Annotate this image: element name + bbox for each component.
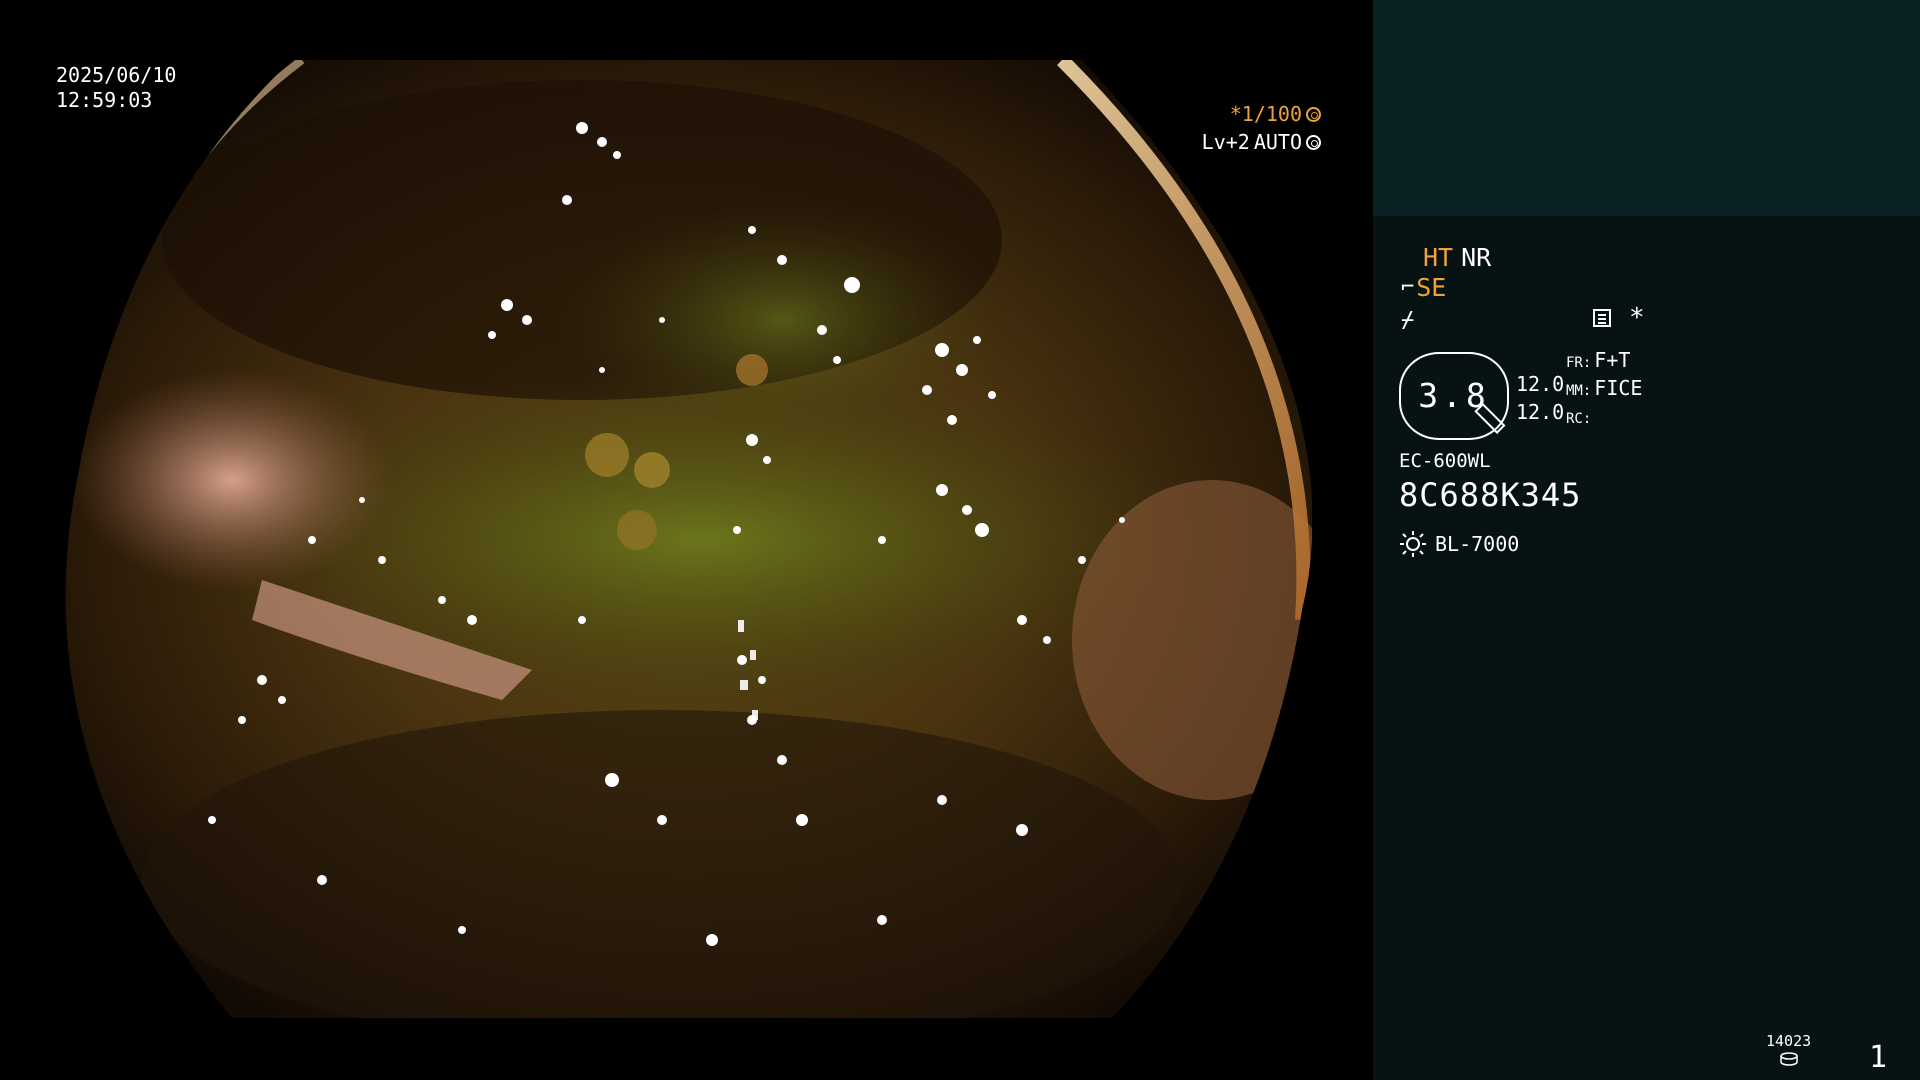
zoom-indicator: 3.8 [1399,352,1509,440]
exposure-mode: AUTO [1253,130,1302,154]
capture-datetime: 2025/06/10 12:59:03 [56,63,176,113]
fr-row: FR: F+T [1566,348,1642,376]
shutter-speed: *1/100 [1229,102,1302,126]
scope-serial: 8C688K345 [1399,476,1582,514]
scope-model: EC-600WL [1399,450,1491,472]
slash-icon: ⌿ [1401,308,1415,333]
mode-params: FR: F+T MM: FICE RC: [1566,348,1642,432]
mm-label: MM: [1566,383,1592,399]
se-indicator: SE [1416,273,1447,302]
value-1: 12.0 [1516,372,1565,396]
sun-icon [1400,531,1426,557]
exposure-row: Lv+2 AUTO [1202,128,1321,156]
indicator-row: ⌿ * [1401,303,1645,333]
rc-label: RC: [1566,411,1592,427]
ht-indicator: HT [1423,243,1454,272]
image-count: 14023 [1766,1032,1812,1050]
light-source-label: BL-7000 [1435,532,1520,556]
aperture-icon [1306,106,1321,122]
light-source: BL-7000 [1399,530,1519,558]
enhancement-flags: HT NR [1423,242,1491,273]
list-icon [1593,309,1611,327]
mm-row: MM: FICE [1566,376,1642,404]
star-indicator: * [1629,303,1645,333]
page-number: 1 [1869,1040,1888,1075]
exposure-level: Lv+2 [1201,130,1250,154]
info-panel: HT NR ⌐ SE ⌿ * 3.8 12.0 12.0 FR: F+T MM: FI… [1373,0,1920,1080]
nr-indicator: NR [1461,243,1492,272]
storage-icon [1779,1052,1798,1066]
capture-date: 2025/06/10 [56,63,177,87]
endoscopic-image [62,60,1312,1018]
thumbnail-area [1373,0,1920,216]
numeric-values: 12.0 12.0 [1516,370,1564,426]
zoom-value: 3.8 [1418,376,1490,415]
shutter-speed-row: *1/100 [1202,100,1321,128]
fr-value: F+T [1594,348,1631,372]
mm-value: FICE [1594,376,1643,400]
iris-icon [1306,134,1321,150]
image-counter: 14023 [1766,1032,1811,1066]
endoscope-viewport: 2025/06/10 12:59:03 *1/100 Lv+2 AUTO [0,0,1373,1080]
shutter-info: *1/100 Lv+2 AUTO [1202,100,1321,156]
capture-time: 12:59:03 [56,88,153,112]
rc-row: RC: [1566,404,1642,432]
structure-icon: ⌐ [1401,275,1415,300]
endoscopy-screen: 2025/06/10 12:59:03 *1/100 Lv+2 AUTO HT N… [0,0,1920,1080]
se-row: ⌐ SE [1401,273,1446,302]
fr-label: FR: [1566,355,1592,371]
value-2: 12.0 [1516,400,1565,424]
